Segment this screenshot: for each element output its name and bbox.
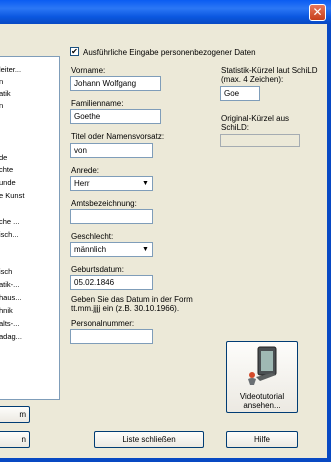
geschlecht-select[interactable]: männlich ▼ (70, 242, 153, 257)
tablet-icon (248, 346, 277, 385)
statistik-kuerzel-field[interactable]: Goe (220, 86, 260, 101)
geburtsdatum-field[interactable]: 05.02.1846 (70, 275, 153, 290)
list-item[interactable]: de (0, 153, 7, 162)
title-bar[interactable] (0, 0, 331, 24)
list-item[interactable]: isch... (0, 230, 19, 239)
list-item[interactable]: atik-... (0, 280, 19, 289)
vorname-field[interactable]: Johann Wolfgang (70, 76, 161, 91)
original-kuerzel-label: Original-Kürzel aus (221, 114, 290, 123)
window-frame-right (327, 24, 331, 462)
statistik-kuerzel-sublabel: (max. 4 Zeichen): (221, 75, 284, 84)
list-item[interactable]: atik (0, 89, 11, 98)
anrede-select[interactable]: Herr ▼ (70, 176, 153, 191)
left-cut-button-top[interactable]: m (0, 406, 30, 423)
amtsbezeichnung-label: Amtsbezeichnung: (71, 199, 137, 208)
close-button[interactable]: ✕ (309, 4, 326, 21)
personalnummer-label: Personalnummer: (71, 319, 135, 328)
liste-schliessen-button[interactable]: Liste schließen (94, 431, 204, 448)
list-item[interactable]: adag... (0, 332, 22, 341)
list-item[interactable]: isch (0, 267, 12, 276)
chevron-down-icon[interactable]: ▼ (139, 243, 152, 256)
geburtsdatum-label: Geburtsdatum: (71, 265, 124, 274)
list-item[interactable]: n (0, 77, 3, 86)
geschlecht-label: Geschlecht: (71, 232, 114, 241)
anrede-label: Anrede: (71, 166, 100, 175)
amtsbezeichnung-field[interactable] (70, 209, 153, 224)
videotutorial-label-line2: ansehen... (243, 401, 281, 410)
list-item[interactable]: hnik (0, 306, 13, 315)
detailed-input-checkbox[interactable]: ✔ (70, 47, 79, 56)
anrede-value: Herr (74, 179, 90, 188)
list-item[interactable]: che ... (0, 217, 19, 226)
geschlecht-value: männlich (74, 245, 107, 254)
vorname-label: Vorname: (71, 66, 106, 75)
hilfe-button[interactable]: Hilfe (226, 431, 298, 448)
familienname-field[interactable]: Goethe (70, 109, 161, 124)
titel-label: Titel oder Namensvorsatz: (71, 132, 165, 141)
titel-field[interactable]: von (70, 143, 153, 158)
list-item[interactable]: n (0, 101, 3, 110)
original-kuerzel-field (220, 134, 300, 147)
list-item[interactable]: unde (0, 178, 16, 187)
window-frame-bottom (0, 458, 331, 462)
chevron-down-icon[interactable]: ▼ (139, 177, 152, 190)
videotutorial-label-line1: Videotutorial (239, 392, 285, 401)
familienname-label: Familienname: (71, 99, 124, 108)
list-item[interactable]: e Kunst (0, 191, 24, 200)
personalnummer-field[interactable] (70, 329, 153, 344)
list-item[interactable]: chte (0, 165, 13, 174)
list-item[interactable]: alts-... (0, 319, 19, 328)
detailed-input-label: Ausführliche Eingabe personenbezogener D… (83, 48, 256, 57)
original-kuerzel-sublabel: SchiLD: (221, 123, 250, 132)
statistik-kuerzel-label: Statistik-Kürzel laut SchiLD (221, 66, 318, 75)
datum-hint-line1: Geben Sie das Datum in der Form (71, 295, 193, 304)
left-cut-button-bottom[interactable]: n (0, 431, 30, 448)
teacher-list[interactable]: leiter... n atik n de chte unde e Kunst … (0, 56, 60, 400)
list-item[interactable]: haus... (0, 293, 22, 302)
datum-hint-line2: tt.mm.jjjj ein (z.B. 30.10.1966). (71, 304, 180, 313)
videotutorial-button[interactable]: Videotutorial ansehen... (226, 341, 298, 413)
list-item[interactable]: leiter... (0, 65, 21, 74)
